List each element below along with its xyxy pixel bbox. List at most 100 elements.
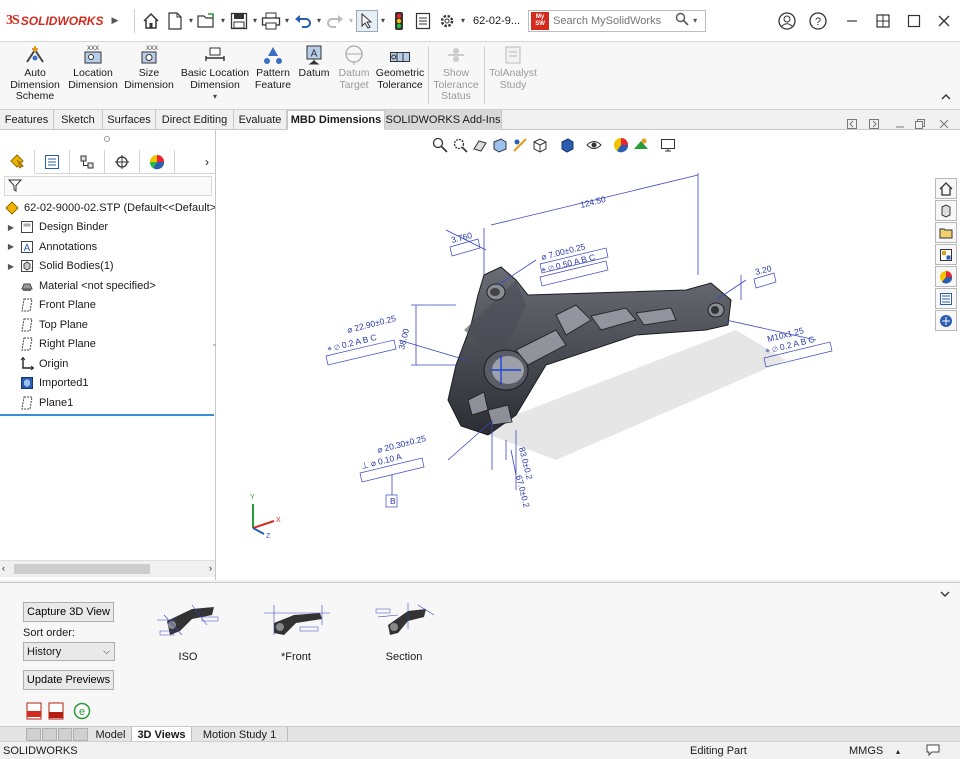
featuremanager-tab-icon[interactable]	[0, 150, 35, 174]
select-pointer-icon[interactable]	[356, 9, 378, 32]
rollback-bar[interactable]	[0, 413, 214, 416]
tab-solidworks-add-ins[interactable]: SOLIDWORKS Add-Ins	[385, 110, 502, 130]
basic-location-dropdown-icon[interactable]: ▾	[213, 91, 217, 103]
tree-filter[interactable]	[4, 176, 212, 196]
dimxpertmanager-tab-icon[interactable]	[105, 150, 140, 174]
tree-item-right-plane[interactable]: Right Plane	[0, 335, 215, 355]
more-tabs-arrow-icon[interactable]: ›	[175, 150, 215, 173]
search-dropdown-icon[interactable]: ▾	[693, 16, 697, 25]
dim-3-76[interactable]: 3.760	[450, 230, 473, 245]
scroll-thumb[interactable]	[14, 564, 150, 574]
tab-3d-views[interactable]: 3D Views	[132, 727, 192, 742]
propertymanager-tab-icon[interactable]	[35, 150, 70, 174]
scroll-right-icon[interactable]: ›	[209, 563, 212, 573]
scroll-left-icon[interactable]: ‹	[2, 563, 5, 573]
tree-item-origin[interactable]: Origin	[0, 354, 215, 374]
appearances-scenes-icon[interactable]	[935, 266, 957, 287]
previous-view-icon[interactable]	[471, 136, 489, 154]
rebuild-traffic-light-icon[interactable]	[388, 10, 410, 32]
undo-icon[interactable]	[292, 10, 314, 32]
minimize-icon[interactable]	[841, 10, 863, 32]
maximize-icon[interactable]	[903, 10, 925, 32]
dim-thickness-3[interactable]: 3.20	[754, 263, 773, 277]
open-icon[interactable]	[196, 10, 218, 32]
collapse-pane-icon[interactable]	[939, 589, 951, 602]
display-style-icon[interactable]	[558, 136, 576, 154]
tree-item-annotations[interactable]: ▶ A Annotations	[0, 237, 215, 257]
publish-step-icon[interactable]	[48, 702, 64, 723]
publish-3d-pdf-icon[interactable]	[26, 702, 42, 723]
geometric-tolerance-button[interactable]: Geometric Tolerance	[374, 42, 426, 108]
pane-splitter-grip[interactable]	[104, 136, 110, 142]
viewport-minimize-icon[interactable]	[893, 117, 907, 131]
save-dropdown-icon[interactable]: ▾	[251, 10, 259, 32]
status-message-icon[interactable]	[926, 744, 940, 759]
tree-item-top-plane[interactable]: Top Plane	[0, 315, 215, 335]
update-previews-button[interactable]: Update Previews	[23, 670, 114, 690]
expand-arrow-icon[interactable]: ▶	[6, 262, 16, 271]
tab-scroll-arrows-icon[interactable]	[26, 728, 88, 741]
collapse-ribbon-icon[interactable]	[940, 92, 954, 104]
status-units[interactable]: MMGS	[849, 745, 883, 757]
expand-arrow-icon[interactable]: ▶	[6, 223, 16, 232]
displaymanager-tab-icon[interactable]	[140, 150, 175, 174]
dim-height-38[interactable]: 38.00	[396, 327, 411, 350]
user-account-icon[interactable]	[776, 10, 798, 32]
open-dropdown-icon[interactable]: ▾	[219, 10, 227, 32]
location-dimension-button[interactable]: XXX Location Dimension	[66, 42, 120, 108]
view-orientation-icon[interactable]	[531, 136, 549, 154]
tree-item-plane1[interactable]: Plane1	[0, 393, 215, 413]
viewport-close-icon[interactable]	[937, 117, 951, 131]
search-input[interactable]	[553, 14, 674, 27]
3dexperience-icon[interactable]	[935, 310, 957, 331]
tab-sketch[interactable]: Sketch	[54, 110, 103, 130]
viewport-nav-left-icon[interactable]	[845, 117, 859, 131]
help-icon[interactable]: ?	[807, 10, 829, 32]
tree-item-imported1[interactable]: Imported1	[0, 374, 215, 394]
dim-bore-20[interactable]: ⌀ 20.30±0.25	[376, 433, 427, 455]
datum-button[interactable]: A Datum	[296, 42, 332, 108]
tab-features[interactable]: Features	[0, 110, 54, 130]
file-explorer-icon[interactable]	[935, 222, 957, 243]
solidworks-resources-icon[interactable]	[935, 178, 957, 199]
zoom-to-area-icon[interactable]	[451, 136, 469, 154]
tree-item-solid-bodies[interactable]: ▶ Solid Bodies(1)	[0, 257, 215, 277]
view-palette-icon[interactable]	[935, 244, 957, 265]
configurationmanager-tab-icon[interactable]	[70, 150, 105, 174]
new-document-icon[interactable]	[164, 10, 186, 32]
pattern-feature-button[interactable]: Pattern Feature	[252, 42, 294, 108]
view-thumbnail-iso[interactable]: ISO	[148, 595, 228, 663]
viewport-restore-icon[interactable]	[913, 117, 927, 131]
tile-windows-icon[interactable]	[872, 10, 894, 32]
viewport-nav-right-icon[interactable]	[867, 117, 881, 131]
dim-overall-length[interactable]: 124.50	[579, 194, 607, 210]
tab-motion-study-1[interactable]: Motion Study 1	[192, 727, 288, 742]
filter-funnel-icon[interactable]	[7, 178, 23, 195]
print-dropdown-icon[interactable]: ▾	[283, 10, 291, 32]
tree-root-part[interactable]: 62-02-9000-02.STP (Default<<Default>_	[0, 198, 215, 218]
ftc-left-bore[interactable]: ⌖ ⌀ 0.2 A B C	[326, 332, 377, 354]
capture-3d-view-button[interactable]: Capture 3D View	[23, 602, 114, 622]
tab-surfaces[interactable]: Surfaces	[103, 110, 156, 130]
options-dropdown-icon[interactable]: ▾	[459, 10, 467, 32]
dynamic-annotation-views-icon[interactable]	[511, 136, 529, 154]
tree-item-design-binder[interactable]: ▶ Design Binder	[0, 218, 215, 238]
home-icon[interactable]	[140, 10, 162, 32]
tree-horizontal-scrollbar[interactable]: ‹ ›	[0, 560, 215, 577]
hide-show-items-icon[interactable]	[585, 136, 603, 154]
edit-appearance-icon[interactable]	[612, 136, 630, 154]
tab-direct-editing[interactable]: Direct Editing	[156, 110, 234, 130]
expand-menu-arrow-icon[interactable]: ▶	[111, 15, 118, 26]
save-icon[interactable]	[228, 10, 250, 32]
basic-location-dimension-button[interactable]: Basic Location Dimension ▾	[180, 42, 250, 108]
tree-item-front-plane[interactable]: Front Plane	[0, 296, 215, 316]
datum-b-label[interactable]: B	[390, 496, 396, 506]
search-box[interactable]: My SW ▾	[528, 9, 707, 32]
auto-dimension-scheme-button[interactable]: Auto Dimension Scheme	[6, 42, 64, 108]
custom-properties-icon[interactable]	[935, 288, 957, 309]
tree-item-material[interactable]: Material <not specified>	[0, 276, 215, 296]
tab-evaluate[interactable]: Evaluate	[234, 110, 287, 130]
dim-bore-22[interactable]: ⌀ 22.90±0.25	[346, 313, 397, 335]
solidworks-logo[interactable]: 3S SOLIDWORKS ▶	[0, 13, 130, 29]
options-gear-icon[interactable]	[436, 10, 458, 32]
